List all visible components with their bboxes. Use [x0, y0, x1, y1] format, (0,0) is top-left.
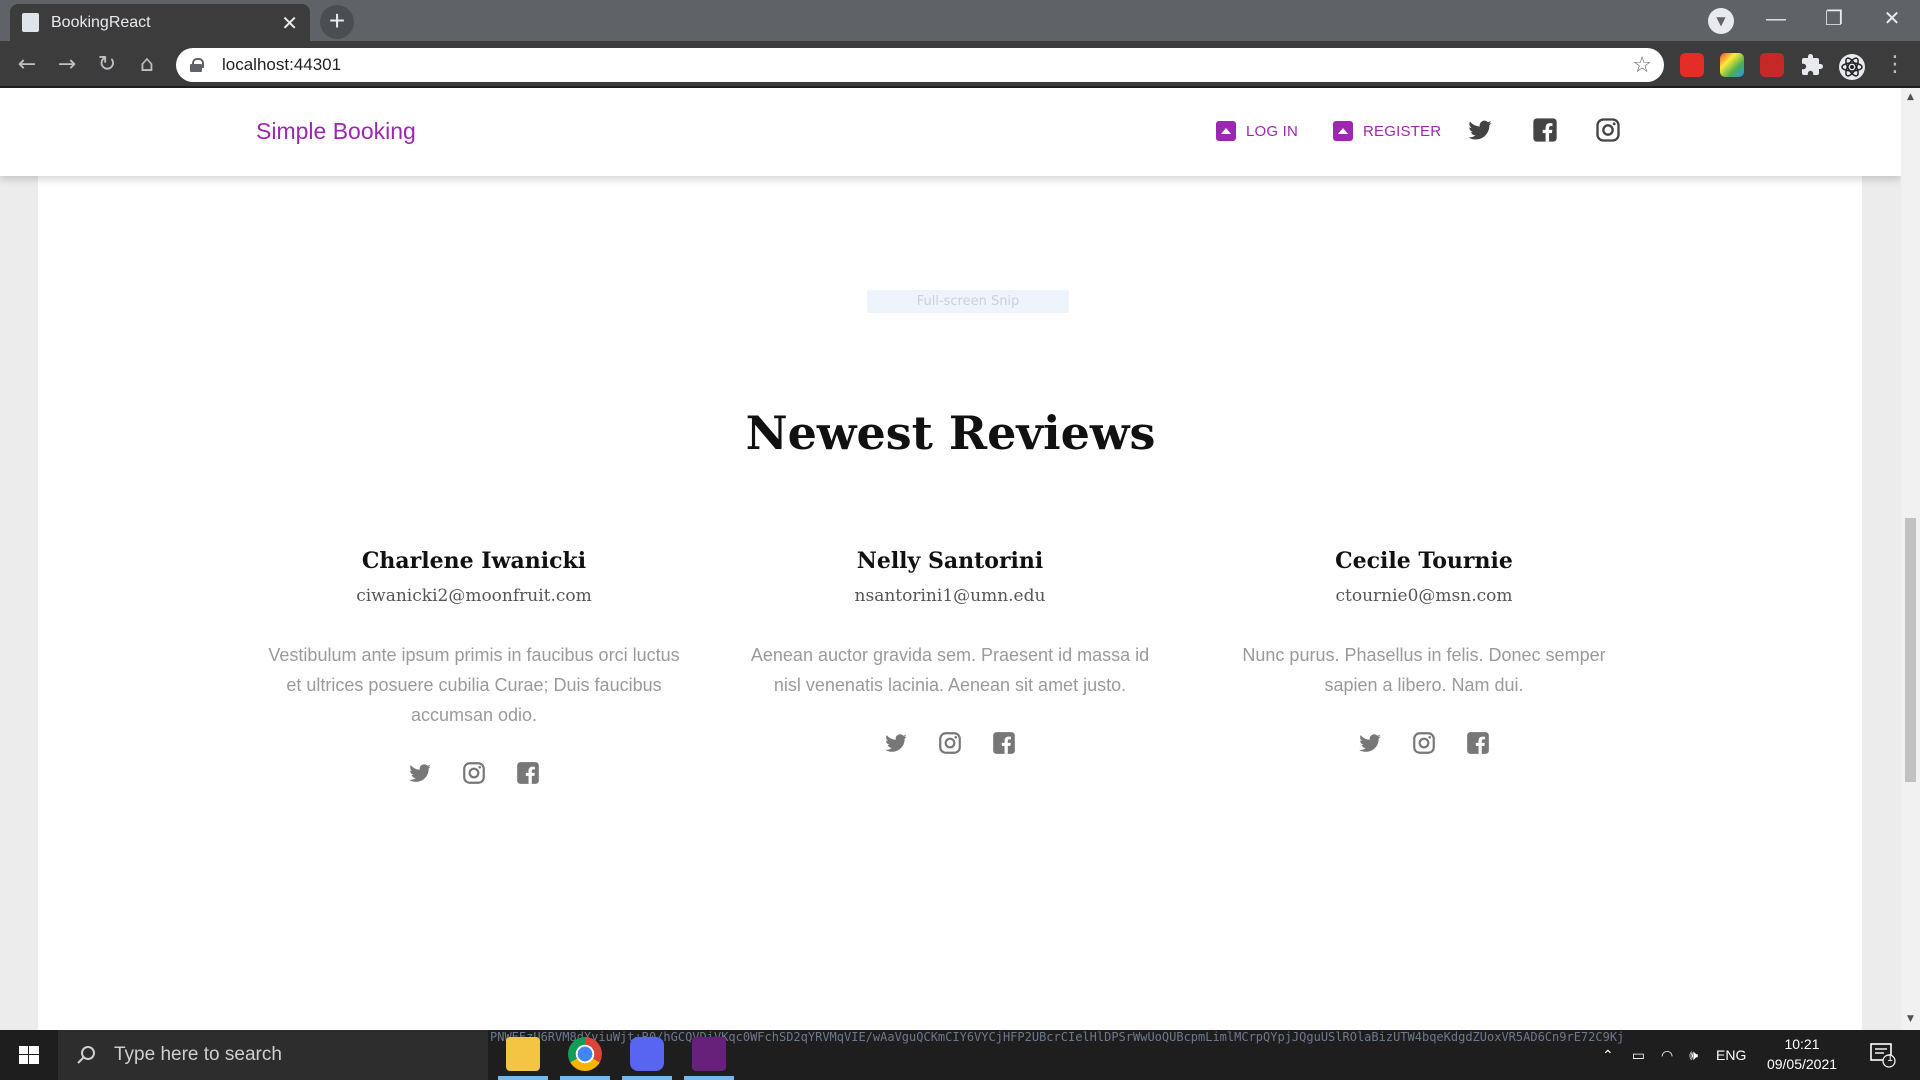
review-text: Nunc purus. Phasellus in felis. Donec se… [1242, 645, 1606, 695]
start-button[interactable] [0, 1030, 58, 1080]
react-devtools-extension-icon[interactable] [1760, 53, 1784, 77]
taskbar-clock[interactable]: 10:21 09/05/2021 [1752, 1034, 1852, 1074]
site-navbar: Simple Booking LOG IN REGISTER [0, 88, 1901, 176]
scroll-up-arrow-icon[interactable]: ▲ [1905, 92, 1916, 102]
newest-reviews-heading: Newest Reviews [745, 406, 1156, 460]
twitter-icon[interactable] [407, 760, 433, 786]
input-language[interactable]: ENG [1716, 1047, 1746, 1063]
reviewer-name: Charlene Iwanicki [361, 548, 587, 574]
chrome-active-indicator [560, 1076, 610, 1080]
window-restore-button[interactable]: ❐ [1806, 0, 1862, 40]
lock-icon [190, 58, 204, 72]
instagram-icon[interactable] [1594, 116, 1622, 144]
action-center-button[interactable]: 1 [1868, 1040, 1896, 1068]
visual-studio-active-indicator [684, 1076, 734, 1080]
reviewer-social-links [1209, 730, 1639, 756]
browser-tab[interactable]: BookingReact ✕ [10, 4, 310, 41]
login-label: LOG IN [1246, 122, 1299, 140]
facebook-icon[interactable] [991, 730, 1017, 756]
site-brand-link[interactable]: Simple Booking [256, 118, 416, 145]
window-close-button[interactable]: ✕ [1864, 0, 1920, 40]
twitter-icon[interactable] [883, 730, 909, 756]
review-card: Cecile Tournie ctournie0@msn.com Nunc pu… [1209, 548, 1639, 756]
reviewer-email: ctournie0@msn.com [1335, 586, 1513, 606]
login-link[interactable]: LOG IN [1216, 121, 1298, 141]
review-text: Vestibulum ante ipsum primis in faucibus… [268, 645, 680, 725]
scrollbar-thumb[interactable] [1905, 518, 1916, 782]
tab-title: BookingReact [51, 13, 151, 31]
page-scrollbar[interactable]: ▲ ▼ [1901, 88, 1920, 1030]
tab-close-button[interactable]: ✕ [281, 13, 298, 33]
show-hidden-icons-chevron-icon[interactable]: ⌃ [1602, 1047, 1614, 1064]
discord-icon[interactable] [630, 1037, 664, 1071]
page-favicon-icon [22, 13, 39, 32]
reviewer-email: nsantorini1@umn.edu [854, 586, 1046, 606]
discord-active-indicator [622, 1076, 672, 1080]
instagram-icon[interactable] [937, 730, 963, 756]
facebook-icon[interactable] [1465, 730, 1491, 756]
snip-overlay-hint: Full-screen Snip [867, 290, 1069, 313]
review-text: Aenean auctor gravida sem. Praesent id m… [750, 645, 1150, 695]
battery-icon[interactable]: ▭ [1632, 1047, 1645, 1064]
reviewer-social-links [259, 760, 689, 786]
bookmark-star-icon[interactable]: ☆ [1632, 53, 1652, 78]
tab-search-button[interactable]: ▼ [1708, 8, 1734, 34]
window-minimize-button[interactable]: — [1748, 0, 1804, 40]
twitter-icon[interactable] [1466, 116, 1494, 144]
browser-toolbar: ← → ↻ ⌂ localhost:44301 ☆ ⋮ [0, 41, 1920, 88]
reviewer-email: ciwanicki2@moonfruit.com [356, 586, 592, 606]
back-button[interactable]: ← [10, 48, 44, 82]
wifi-icon[interactable]: ◠ [1661, 1047, 1673, 1064]
taskbar-search[interactable]: Type here to search [58, 1030, 488, 1080]
reviewer-name: Nelly Santorini [856, 548, 1044, 574]
register-label: REGISTER [1363, 122, 1442, 140]
reload-button[interactable]: ↻ [90, 48, 124, 82]
search-icon [76, 1045, 96, 1065]
home-button[interactable]: ⌂ [130, 48, 164, 82]
file-explorer-icon[interactable] [506, 1037, 540, 1071]
adblock-extension-icon[interactable] [1680, 53, 1704, 77]
register-link[interactable]: REGISTER [1333, 121, 1441, 141]
windows-taskbar: Type here to search PNWEEzU6RVM8dXyiuWjt… [0, 1030, 1920, 1080]
reviewer-social-links [735, 730, 1165, 756]
login-icon [1216, 121, 1236, 141]
browser-tab-strip: BookingReact ✕ + ▼ — ❐ ✕ [0, 0, 1920, 41]
url-text: localhost:44301 [222, 55, 342, 74]
facebook-icon[interactable] [1531, 116, 1559, 144]
review-card: Nelly Santorini nsantorini1@umn.edu Aene… [735, 548, 1165, 756]
file-explorer-active-indicator [498, 1076, 548, 1080]
clock-date: 09/05/2021 [1766, 1056, 1838, 1072]
page-viewport: Simple Booking LOG IN REGISTER Full-scre… [0, 88, 1901, 1030]
instagram-icon[interactable] [461, 760, 487, 786]
review-card: Charlene Iwanicki ciwanicki2@moonfruit.c… [259, 548, 689, 786]
reviewer-name: Cecile Tournie [1335, 548, 1513, 574]
profile-react-icon[interactable] [1838, 53, 1865, 80]
visual-studio-icon[interactable] [692, 1037, 726, 1071]
color-picker-extension-icon[interactable] [1720, 53, 1744, 77]
browser-menu-button[interactable]: ⋮ [1878, 48, 1912, 82]
chrome-icon[interactable] [568, 1037, 602, 1071]
facebook-icon[interactable] [515, 760, 541, 786]
new-tab-button[interactable]: + [320, 5, 354, 39]
notification-count-badge: 1 [1887, 1053, 1893, 1064]
volume-icon[interactable]: 🕪 [1689, 1047, 1698, 1064]
twitter-icon[interactable] [1357, 730, 1383, 756]
forward-button[interactable]: → [50, 48, 84, 82]
register-icon [1333, 121, 1353, 141]
clock-time: 10:21 [1784, 1036, 1820, 1052]
system-tray: ⌃ ▭ ◠ 🕪 ENG [1602, 1030, 1746, 1080]
address-bar[interactable]: localhost:44301 ☆ [176, 48, 1664, 82]
instagram-icon[interactable] [1411, 730, 1437, 756]
search-placeholder: Type here to search [114, 1044, 282, 1065]
extensions-puzzle-icon[interactable] [1800, 53, 1824, 77]
scroll-down-arrow-icon[interactable]: ▼ [1905, 1014, 1916, 1024]
